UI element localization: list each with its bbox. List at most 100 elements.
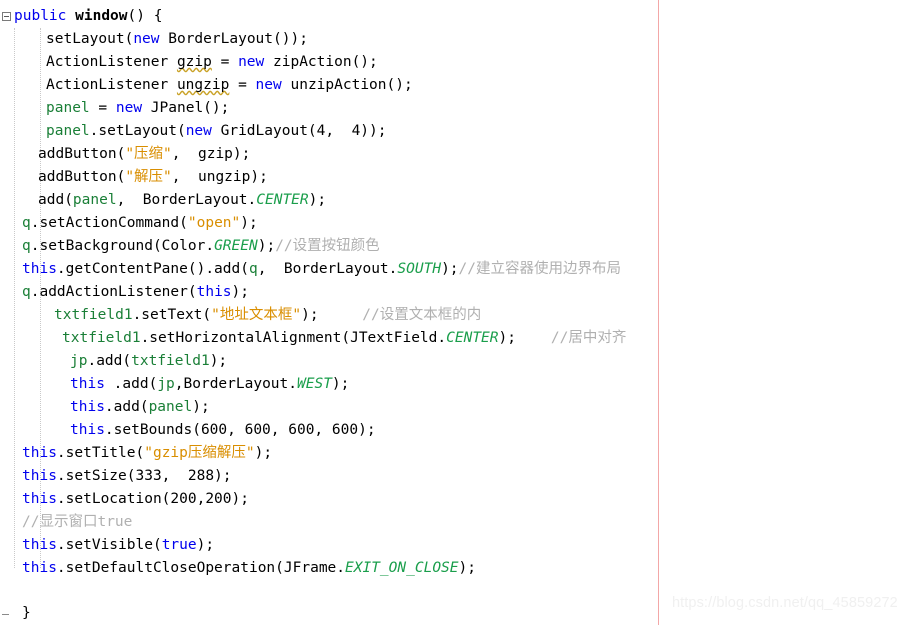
code-token-str: "地址文本框"	[211, 307, 302, 323]
code-token-pun: addButton(	[38, 146, 126, 162]
code-line[interactable]: this.setLocation(200,200);	[0, 488, 658, 511]
code-token-str: "解压"	[125, 169, 172, 185]
code-token-pun: , BorderLayout.	[116, 192, 257, 208]
code-line[interactable]: }	[0, 602, 658, 625]
code-token-pun: .setBackground(Color.	[30, 238, 215, 254]
watermark-url: https://blog.csdn.net/qq_45859272	[672, 595, 898, 611]
code-token-fld: jp	[157, 376, 175, 392]
code-token-cmt: //居中对齐	[550, 330, 627, 346]
code-token-kw: this	[22, 560, 57, 576]
code-token-kw: this	[196, 284, 232, 300]
code-token-pun: .setLocation(200,200);	[56, 491, 249, 507]
code-token-pun: );	[209, 353, 228, 369]
code-token-pun: JPanel();	[142, 100, 230, 116]
code-text: this.setSize(333, 288);	[22, 465, 232, 488]
code-token-fld: panel	[46, 123, 90, 139]
code-token-pun: .setDefaultCloseOperation(JFrame.	[56, 560, 346, 576]
code-token-pun: ActionListener	[46, 54, 177, 70]
code-line[interactable]: this.setDefaultCloseOperation(JFrame.EXI…	[0, 557, 658, 580]
code-token-pun: ActionListener	[46, 77, 177, 93]
code-line[interactable]: q.setActionCommand("open");	[0, 212, 658, 235]
code-token-pun: );	[441, 261, 459, 277]
code-line[interactable]: txtfield1.setHorizontalAlignment(JTextFi…	[0, 327, 658, 350]
code-token-pun: add(	[38, 192, 73, 208]
code-line[interactable]: panel.setLayout(new GridLayout(4, 4));	[0, 120, 658, 143]
code-token-pun: .setVisible(	[56, 537, 162, 553]
code-line[interactable]: ActionListener gzip = new zipAction();	[0, 51, 658, 74]
collapse-minus-box-icon[interactable]	[2, 12, 11, 21]
code-token-cmt: //建立容器使用边界布局	[458, 261, 621, 277]
code-token-pun: .add(	[104, 399, 149, 415]
code-token-pun: , BorderLayout.	[257, 261, 398, 277]
code-token-cmt: //设置按钮颜色	[275, 238, 380, 254]
code-token-kw: this	[70, 376, 105, 392]
code-token-pun: ,	[171, 146, 198, 162]
code-line[interactable]: addButton("解压", ungzip);	[0, 166, 658, 189]
code-line[interactable]: this.setVisible(true);	[0, 534, 658, 557]
code-text: }	[22, 602, 31, 625]
code-token-pun: zipAction();	[264, 54, 378, 70]
code-token-pun: GridLayout(4, 4));	[211, 123, 387, 139]
code-line[interactable]: this .add(jp,BorderLayout.WEST);	[0, 373, 658, 396]
code-token-kw: public	[14, 8, 67, 24]
code-token-pun: );	[458, 560, 476, 576]
code-token-pun: =	[211, 54, 239, 70]
code-token-pun: addButton(	[38, 169, 126, 185]
code-text: q.setActionCommand("open");	[22, 212, 258, 235]
code-token-fld: q	[22, 215, 31, 231]
code-token-fnname: window	[75, 8, 128, 24]
code-token-kw: new	[133, 31, 160, 47]
code-token-pun: );	[331, 376, 350, 392]
code-line[interactable]: q.setBackground(Color.GREEN);//设置按钮颜色	[0, 235, 658, 258]
code-line[interactable]: //显示窗口true	[0, 511, 658, 534]
code-token-pun: .getContentPane().add(	[56, 261, 249, 277]
code-text: addButton("解压", ungzip);	[38, 166, 268, 189]
code-line[interactable]: jp.add(txtfield1);	[0, 350, 658, 373]
code-text: public window() {	[14, 5, 162, 28]
fold-end-dash-icon[interactable]	[2, 614, 9, 615]
code-line[interactable]: this.add(panel);	[0, 396, 658, 419]
code-token-pun: BorderLayout());	[159, 31, 308, 47]
code-token-kw: this	[22, 261, 57, 277]
code-token-pun: );	[240, 215, 258, 231]
code-line[interactable]: this.setBounds(600, 600, 600, 600);	[0, 419, 658, 442]
code-line[interactable]	[0, 580, 658, 603]
code-token-cmt: //显示窗口true	[22, 514, 133, 530]
code-token-pun: .add(	[87, 353, 132, 369]
code-line[interactable]: this.setTitle("gzip压缩解压");	[0, 442, 658, 465]
code-token-pun: );	[308, 192, 327, 208]
code-token-cmt: //设置文本框的内	[362, 307, 482, 323]
code-token-pun: =	[229, 77, 256, 93]
code-token-fld: q	[22, 284, 31, 300]
code-token-pun: ungzip	[197, 169, 251, 185]
code-token-warn: ungzip	[176, 77, 230, 93]
code-token-stat: SOUTH	[397, 261, 442, 277]
code-text: //显示窗口true	[22, 511, 132, 534]
code-line[interactable]: public window() {	[0, 5, 658, 28]
code-text: setLayout(new BorderLayout());	[46, 28, 308, 51]
code-token-pun: =	[89, 100, 116, 116]
code-text: txtfield1.setText("地址文本框"); //设置文本框的内	[54, 304, 481, 327]
code-token-fld: txtfield1	[62, 330, 141, 346]
code-text: this.setBounds(600, 600, 600, 600);	[70, 419, 376, 442]
code-token-pun: );	[231, 284, 249, 300]
code-token-pun: );	[498, 330, 551, 346]
code-line[interactable]: addButton("压缩", gzip);	[0, 143, 658, 166]
code-line[interactable]: this.getContentPane().add(q, BorderLayou…	[0, 258, 658, 281]
code-text: jp.add(txtfield1);	[70, 350, 227, 373]
code-token-fld: txtfield1	[54, 307, 133, 323]
code-line[interactable]: add(panel, BorderLayout.CENTER);	[0, 189, 658, 212]
code-token-stat: WEST	[297, 376, 332, 392]
code-line[interactable]: txtfield1.setText("地址文本框"); //设置文本框的内	[0, 304, 658, 327]
code-line[interactable]: this.setSize(333, 288);	[0, 465, 658, 488]
code-token-kw: new	[185, 123, 212, 139]
code-editor-pane[interactable]: public window() {setLayout(new BorderLay…	[0, 0, 658, 625]
code-token-fld: txtfield1	[131, 353, 210, 369]
code-token-pun: .add(	[104, 376, 158, 392]
code-line[interactable]: ActionListener ungzip = new unzipAction(…	[0, 74, 658, 97]
code-line[interactable]: setLayout(new BorderLayout());	[0, 28, 658, 51]
code-token-pun: .setActionCommand(	[30, 215, 188, 231]
code-line[interactable]: panel = new JPanel();	[0, 97, 658, 120]
code-line[interactable]: q.addActionListener(this);	[0, 281, 658, 304]
code-token-kw: this	[22, 491, 57, 507]
